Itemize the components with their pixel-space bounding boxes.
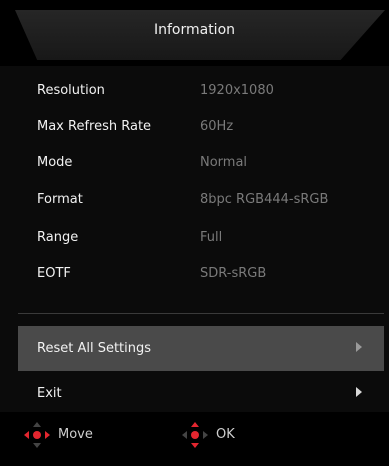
info-value: SDR-sRGB [200, 266, 267, 281]
ok-hint-label: OK [216, 427, 235, 442]
info-label: Resolution [37, 83, 105, 98]
info-row-resolution: Resolution 1920x1080 [0, 83, 389, 107]
reset-all-settings-button[interactable]: Reset All Settings [18, 326, 384, 371]
info-label: EOTF [37, 266, 71, 281]
info-value: 1920x1080 [200, 83, 274, 98]
info-row-range: Range Full [0, 230, 389, 254]
title-bar: Information [0, 0, 389, 66]
info-value: Normal [200, 155, 248, 170]
chevron-right-icon [356, 387, 362, 397]
info-value: 60Hz [200, 119, 234, 134]
osd-information-panel: Information Resolution 1920x1080 Max Ref… [0, 0, 389, 466]
info-row-format: Format 8bpc RGB444-sRGB [0, 192, 389, 216]
footer-hints: Move OK [0, 412, 389, 466]
info-value: Full [200, 230, 223, 245]
info-row-eotf: EOTF SDR-sRGB [0, 266, 389, 290]
info-label: Range [37, 230, 79, 245]
info-value: 8bpc RGB444-sRGB [200, 192, 329, 207]
left-right-dpad-icon [24, 422, 50, 448]
info-row-max-refresh-rate: Max Refresh Rate 60Hz [0, 119, 389, 143]
info-row-mode: Mode Normal [0, 155, 389, 179]
chevron-right-icon [356, 342, 362, 352]
exit-button[interactable]: Exit [18, 371, 384, 416]
info-label: Format [37, 192, 83, 207]
menu-item-label: Reset All Settings [37, 341, 152, 356]
info-label: Max Refresh Rate [37, 119, 152, 134]
move-hint-label: Move [58, 427, 93, 442]
page-title: Information [153, 22, 236, 38]
up-down-dpad-icon [182, 422, 208, 448]
menu-item-label: Exit [37, 386, 62, 401]
divider [18, 313, 384, 314]
info-label: Mode [37, 155, 73, 170]
